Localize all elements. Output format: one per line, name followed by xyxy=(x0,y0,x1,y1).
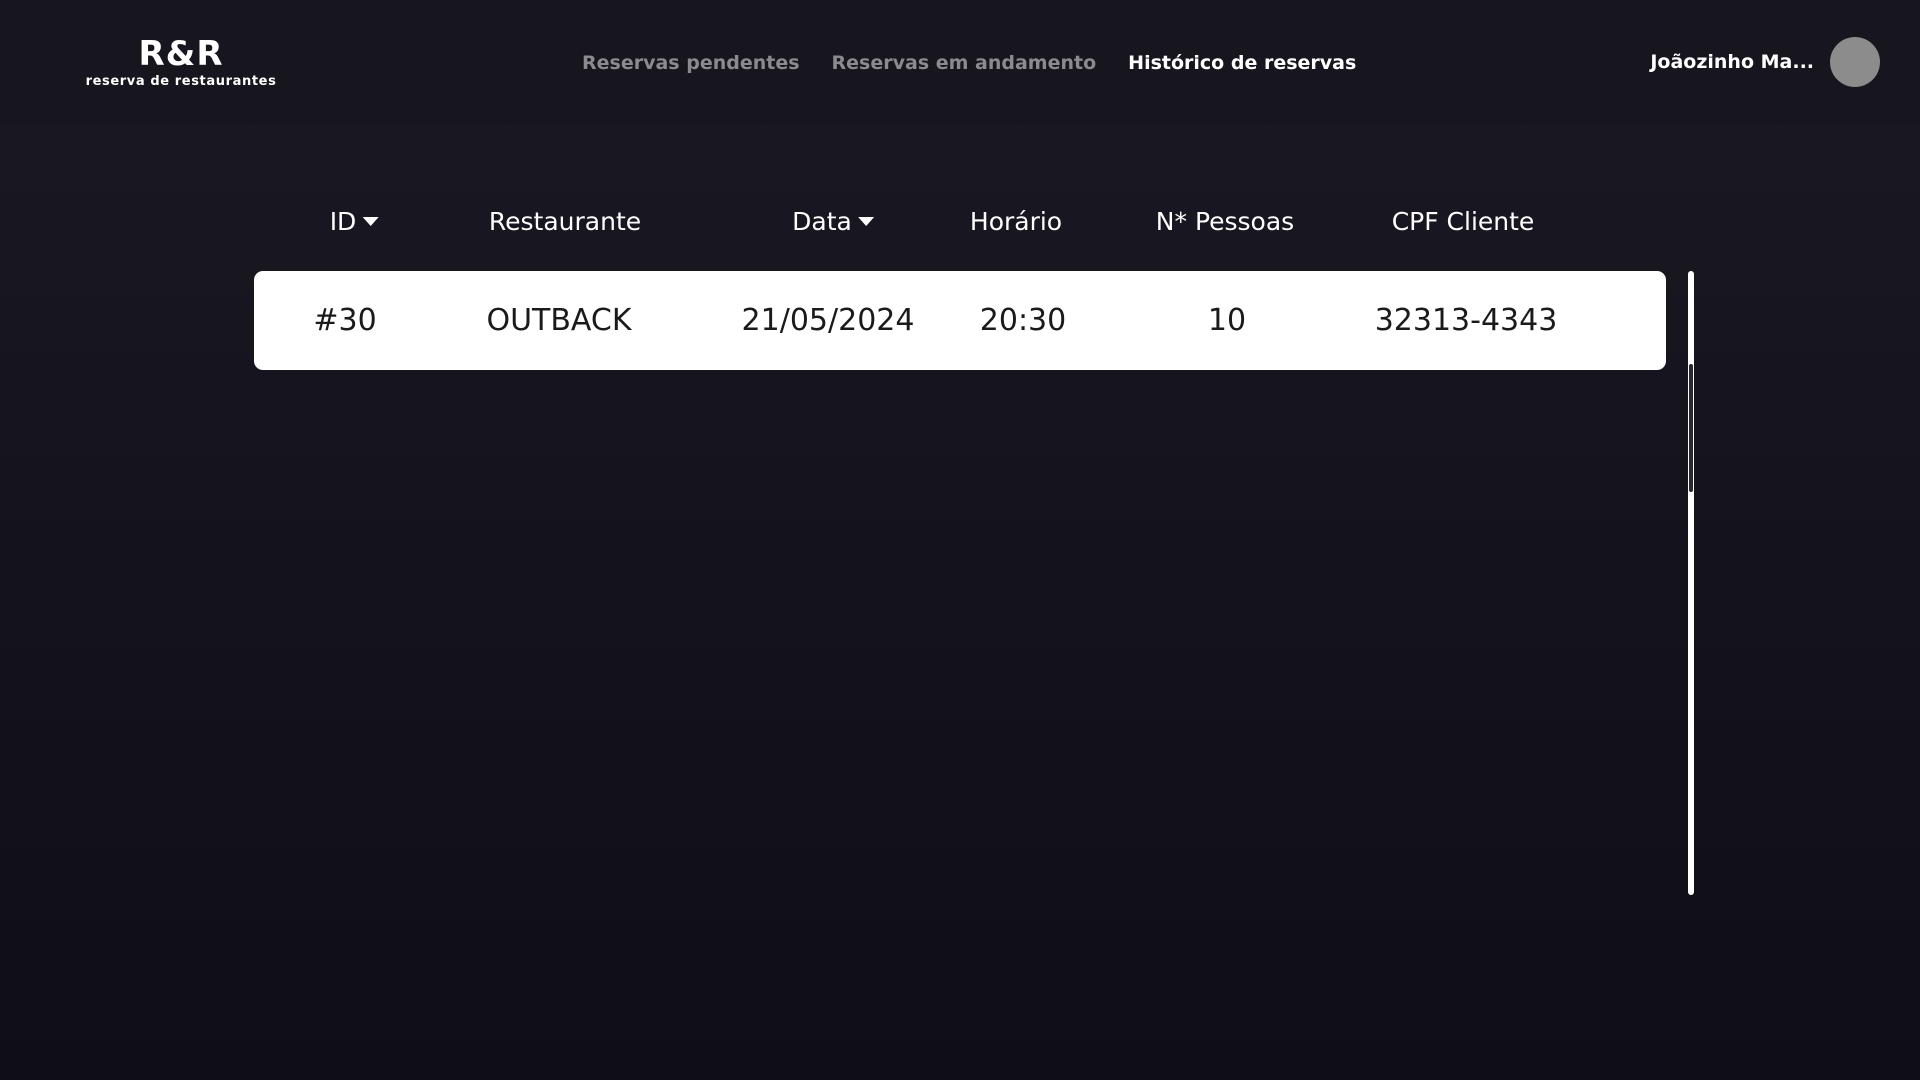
cell-cpf-cliente: 32313-4343 xyxy=(1374,303,1558,338)
cell-restaurante: OUTBACK xyxy=(486,303,632,338)
column-header-restaurante: Restaurante xyxy=(489,205,641,239)
column-header-n-pessoas: N* Pessoas xyxy=(1156,205,1294,239)
logo[interactable]: R&R reserva de restaurantes xyxy=(84,34,278,90)
cell-data: 21/05/2024 xyxy=(741,303,915,338)
column-header-id[interactable]: ID xyxy=(330,205,379,239)
main-nav: Reservas pendentes Reservas em andamento H… xyxy=(582,50,1388,76)
column-header-cpf-cliente: CPF Cliente xyxy=(1392,205,1535,239)
column-header-id-label: ID xyxy=(329,207,357,236)
table-header: ID Restaurante Data Horário N* Pessoas C… xyxy=(0,205,1920,239)
user-menu[interactable]: Joãozinho Ma... xyxy=(1650,37,1880,87)
avatar[interactable] xyxy=(1830,37,1880,87)
column-header-horario-label: Horário xyxy=(969,207,1063,236)
nav-historico-de-reservas[interactable]: Histórico de reservas xyxy=(1128,50,1356,76)
logo-subtitle: reserva de restaurantes xyxy=(85,74,277,89)
column-header-restaurante-label: Restaurante xyxy=(488,207,642,236)
cell-horario: 20:30 xyxy=(979,303,1067,338)
nav-reservas-pendentes[interactable]: Reservas pendentes xyxy=(582,50,800,76)
column-header-n-pessoas-label: N* Pessoas xyxy=(1155,207,1295,236)
top-header: R&R reserva de restaurantes Reservas pen… xyxy=(0,0,1920,125)
scrollbar-thumb[interactable] xyxy=(1689,364,1693,492)
column-header-horario: Horário xyxy=(970,205,1062,239)
user-name[interactable]: Joãozinho Ma... xyxy=(1650,51,1814,73)
nav-reservas-em-andamento[interactable]: Reservas em andamento xyxy=(832,50,1097,76)
column-header-cpf-cliente-label: CPF Cliente xyxy=(1391,207,1535,236)
cell-n-pessoas: 10 xyxy=(1207,303,1247,338)
column-header-data[interactable]: Data xyxy=(792,205,874,239)
sort-down-icon[interactable] xyxy=(857,216,874,226)
logo-title: R&R xyxy=(138,34,224,74)
sort-down-icon[interactable] xyxy=(362,216,379,226)
table-row[interactable]: #30 OUTBACK 21/05/2024 20:30 10 32313-43… xyxy=(254,271,1666,370)
cell-id: #30 xyxy=(313,303,377,338)
column-header-data-label: Data xyxy=(792,207,852,236)
